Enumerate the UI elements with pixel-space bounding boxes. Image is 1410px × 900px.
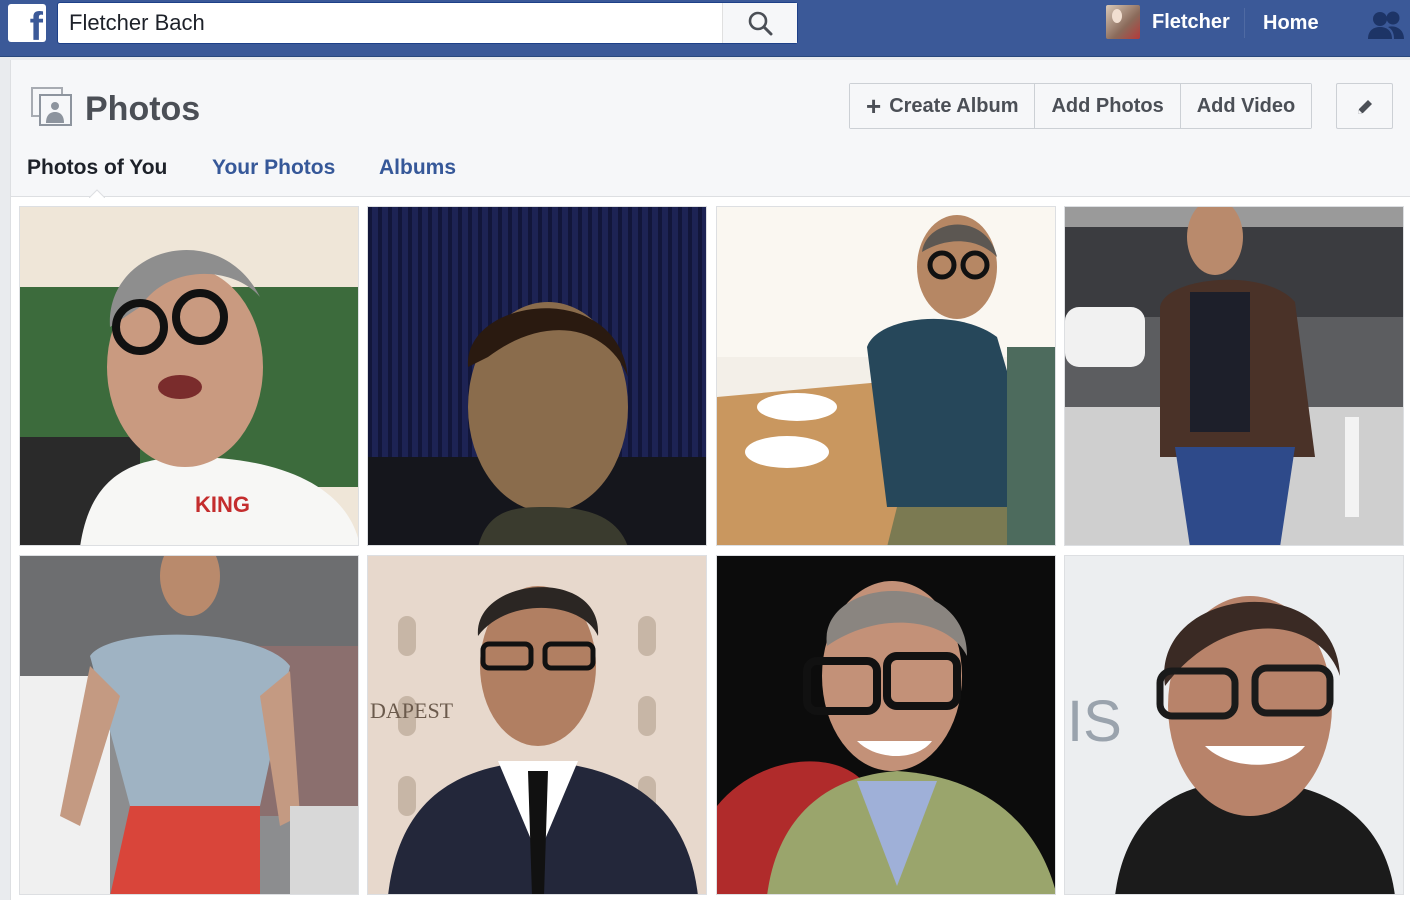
photo-thumbnail[interactable]: DAPEST (367, 555, 707, 895)
add-photos-button[interactable]: Add Photos (1035, 84, 1181, 128)
photo-thumbnail[interactable] (1064, 206, 1404, 546)
photo-thumbnail[interactable] (367, 206, 707, 546)
photo-thumbnail[interactable]: KING (19, 206, 359, 546)
photo-4-image (1065, 207, 1403, 545)
photo-1-image: KING (20, 207, 358, 545)
nav-divider (1244, 8, 1245, 38)
photo-6-image: DAPEST (368, 556, 706, 894)
edit-button[interactable] (1336, 83, 1393, 129)
create-album-button[interactable]: + Create Album (850, 84, 1036, 128)
facebook-logo-glyph: f (29, 5, 43, 42)
photo-thumbnail[interactable] (716, 206, 1056, 546)
photo-8-backdrop-text: IS (1067, 689, 1122, 754)
search-icon (748, 11, 773, 36)
photo-2-image (368, 207, 706, 545)
profile-name: Fletcher (1152, 10, 1230, 33)
active-tab-caret-icon (89, 189, 105, 198)
facebook-logo-icon[interactable]: f (8, 4, 46, 42)
pencil-icon (1358, 100, 1372, 114)
photo-actions-group: + Create Album Add Photos Add Video (849, 83, 1313, 129)
plus-icon: + (866, 91, 882, 121)
photo-6-sign-text: DAPEST (370, 698, 454, 723)
photo-8-image: IS (1065, 556, 1403, 894)
avatar (1106, 5, 1140, 39)
tab-photos-of-you[interactable]: Photos of You (27, 156, 167, 180)
photo-7-image (717, 556, 1055, 894)
add-video-button[interactable]: Add Video (1180, 84, 1312, 128)
photo-5-image (20, 556, 358, 894)
tab-your-photos[interactable]: Your Photos (212, 156, 335, 180)
tab-albums[interactable]: Albums (379, 156, 456, 180)
profile-link[interactable]: Fletcher (1106, 5, 1230, 39)
photos-header: Photos + Create Album Add Photos Add Vid… (11, 60, 1410, 198)
top-navigation-bar: f Fletcher Home (0, 0, 1410, 57)
photo-thumbnail[interactable] (19, 555, 359, 895)
friend-requests-icon[interactable] (1366, 8, 1406, 42)
page-title: Photos (85, 90, 201, 128)
photo-thumbnail[interactable] (716, 555, 1056, 895)
photo-3-image (717, 207, 1055, 545)
search-input[interactable] (58, 3, 722, 43)
photo-1-shirt-text: KING (195, 492, 250, 517)
photos-section-icon (31, 87, 72, 126)
photos-card: Photos + Create Album Add Photos Add Vid… (10, 60, 1410, 900)
photo-thumbnail[interactable]: IS (1064, 555, 1404, 895)
search-button[interactable] (722, 3, 797, 43)
create-album-label: Create Album (889, 94, 1019, 117)
photo-grid: KING DAPEST IS (19, 206, 1405, 896)
search-box (57, 2, 798, 44)
home-link[interactable]: Home (1263, 12, 1319, 35)
